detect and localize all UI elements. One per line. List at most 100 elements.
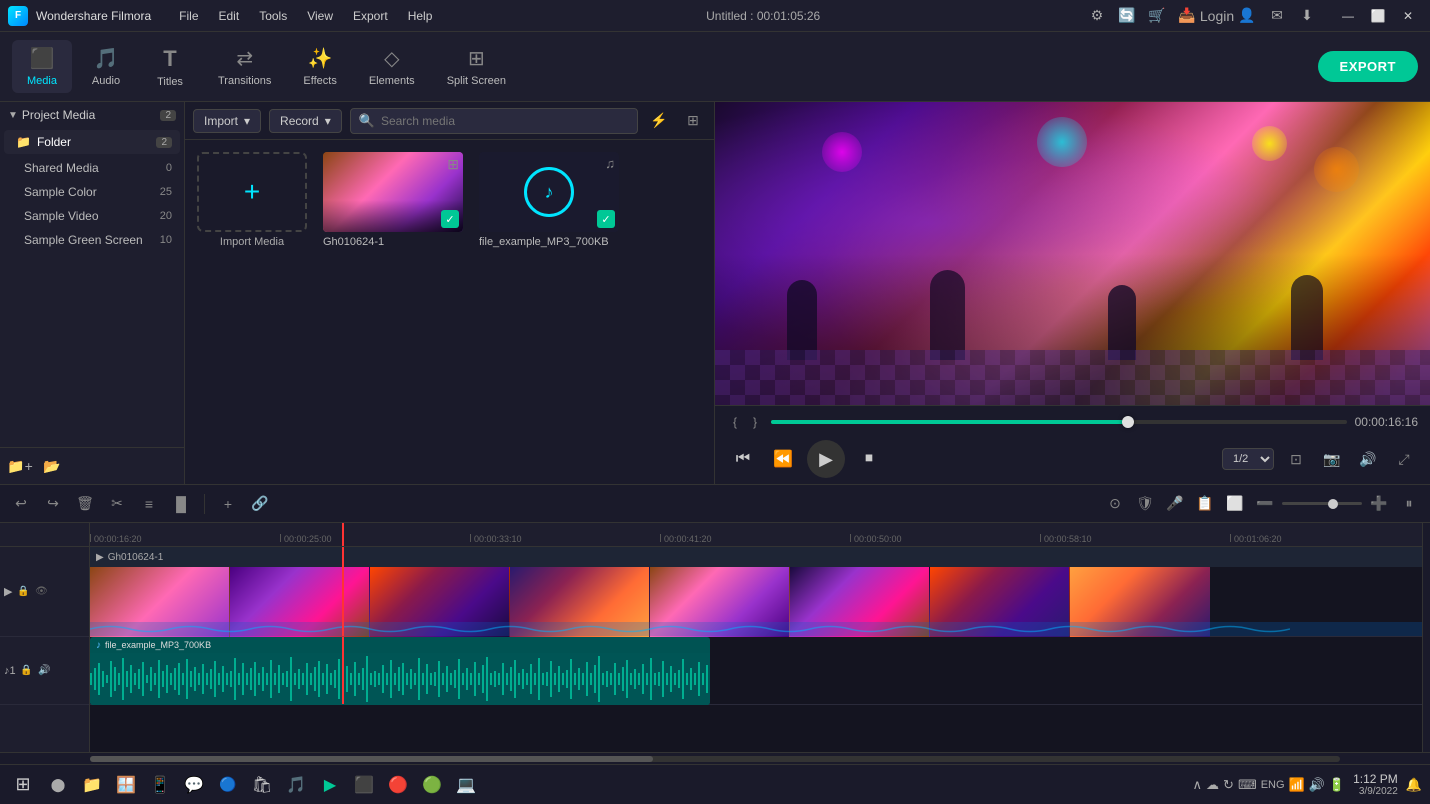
menu-export[interactable]: Export: [345, 7, 396, 25]
taskbar-keyboard-icon[interactable]: ⌨: [1238, 777, 1257, 793]
cut-button[interactable]: ✂: [104, 491, 130, 517]
toolbar-audio[interactable]: 🎵 Audio: [76, 40, 136, 93]
search-input[interactable]: [381, 114, 629, 128]
redo-button[interactable]: ↪: [40, 491, 66, 517]
taskbar-music[interactable]: 🎵: [280, 769, 312, 801]
quality-select[interactable]: 1/2 Full 1/4: [1222, 448, 1274, 470]
track-eye-icon[interactable]: 👁: [33, 584, 49, 600]
add-folder-button[interactable]: 📁+: [6, 454, 34, 478]
taskbar-browser3[interactable]: 🟢: [416, 769, 448, 801]
toolbar-titles[interactable]: T Titles: [140, 40, 200, 94]
taskbar-files[interactable]: 📁: [76, 769, 108, 801]
step-back-button[interactable]: ⏪: [767, 443, 799, 475]
taskbar-terminal[interactable]: ⬛: [348, 769, 380, 801]
import-media-item[interactable]: + Import Media: [197, 152, 307, 472]
scrollbar-thumb[interactable]: [90, 756, 653, 762]
sample-video-item[interactable]: Sample Video 20: [4, 204, 180, 228]
view-toggle-icon[interactable]: ⊞: [680, 108, 706, 134]
taskbar-chat[interactable]: 💬: [178, 769, 210, 801]
shared-media-item[interactable]: Shared Media 0: [4, 156, 180, 180]
sample-green-item[interactable]: Sample Green Screen 10: [4, 228, 180, 252]
import-drop-zone[interactable]: +: [197, 152, 307, 232]
stop-button[interactable]: ⏹: [853, 443, 885, 475]
captions-icon[interactable]: 📋: [1192, 491, 1218, 517]
taskbar-update-icon[interactable]: ↻: [1223, 777, 1234, 793]
toolbar-elements[interactable]: ◇ Elements: [355, 40, 429, 93]
taskbar-time[interactable]: 1:12 PM 3/9/2022: [1353, 772, 1398, 797]
fit-screen-icon[interactable]: ⊡: [1282, 445, 1310, 473]
progress-track[interactable]: [771, 420, 1347, 424]
align-button[interactable]: ≡: [136, 491, 162, 517]
marker-left-icon[interactable]: {: [727, 414, 743, 430]
settings-icon[interactable]: ⚙: [1086, 5, 1108, 27]
link-button[interactable]: 🔗: [247, 491, 273, 517]
taskbar-battery-icon[interactable]: 🔋: [1329, 777, 1345, 793]
taskbar-browser1[interactable]: 🔵: [212, 769, 244, 801]
close-button[interactable]: ✕: [1394, 4, 1422, 28]
rewind-button[interactable]: ⏮: [727, 443, 759, 475]
mail-icon[interactable]: ✉: [1266, 5, 1288, 27]
crop-icon[interactable]: ⬜: [1222, 491, 1248, 517]
taskbar-win[interactable]: 🪟: [110, 769, 142, 801]
user-icon[interactable]: 👤: [1236, 5, 1258, 27]
add-track-button[interactable]: +: [215, 491, 241, 517]
toolbar-split-screen[interactable]: ⊞ Split Screen: [433, 40, 520, 93]
right-resize-handle[interactable]: [1422, 523, 1430, 752]
audio-lock-icon[interactable]: 🔒: [19, 663, 35, 679]
taskbar-volume-icon[interactable]: 🔊: [1309, 777, 1325, 793]
start-button[interactable]: ⊞: [8, 770, 38, 800]
minimize-button[interactable]: —: [1334, 4, 1362, 28]
taskbar-browser2[interactable]: 🔴: [382, 769, 414, 801]
project-media-header[interactable]: ▼ Project Media 2: [0, 102, 184, 128]
import-dropdown[interactable]: Import ▾: [193, 109, 261, 133]
menu-file[interactable]: File: [171, 7, 206, 25]
download-icon[interactable]: 📥: [1176, 5, 1198, 27]
new-folder-button[interactable]: 📂: [38, 454, 66, 478]
zoom-slider[interactable]: [1282, 502, 1362, 505]
delete-button[interactable]: 🗑: [72, 491, 98, 517]
menu-help[interactable]: Help: [400, 7, 441, 25]
taskbar-store[interactable]: 🛍: [246, 769, 278, 801]
folder-item[interactable]: 📁 Folder 2: [4, 130, 180, 154]
taskbar-browser4[interactable]: 💻: [450, 769, 482, 801]
toolbar-media[interactable]: ⬛ Media: [12, 40, 72, 93]
taskbar-phone[interactable]: 📱: [144, 769, 176, 801]
play-button[interactable]: ▶: [807, 440, 845, 478]
audio-clip[interactable]: ♪ file_example_MP3_700KB: [90, 637, 710, 705]
taskbar-filmora[interactable]: ▶: [314, 769, 346, 801]
taskbar-expand-icon[interactable]: ∧: [1193, 777, 1203, 793]
login-button[interactable]: Login: [1206, 5, 1228, 27]
store-icon[interactable]: 🛒: [1146, 5, 1168, 27]
zoom-in-icon[interactable]: ➕: [1366, 491, 1392, 517]
maximize-button[interactable]: ⬜: [1364, 4, 1392, 28]
taskbar-notification-icon[interactable]: 🔔: [1406, 777, 1422, 793]
toolbar-transitions[interactable]: ⇄ Transitions: [204, 40, 285, 93]
sample-color-item[interactable]: Sample Color 25: [4, 180, 180, 204]
toolbar-effects[interactable]: ✨ Effects: [289, 40, 350, 93]
fullscreen-icon[interactable]: ⤢: [1390, 445, 1418, 473]
taskbar-cloud-icon[interactable]: ☁: [1206, 777, 1219, 793]
export-button[interactable]: EXPORT: [1318, 51, 1418, 82]
stabilize-icon[interactable]: 🛡: [1132, 491, 1158, 517]
taskbar-search[interactable]: ⬤: [42, 769, 74, 801]
menu-view[interactable]: View: [299, 7, 341, 25]
scrollbar-track[interactable]: [90, 756, 1340, 762]
taskbar-lang[interactable]: ENG: [1261, 779, 1285, 791]
audio-volume-icon[interactable]: 🔊: [37, 663, 53, 679]
marker-right-icon[interactable]: }: [747, 414, 763, 430]
zoom-out-icon[interactable]: ➖: [1252, 491, 1278, 517]
media-item-audio[interactable]: ♪ ♫ ✓ file_example_MP3_700KB: [479, 152, 619, 472]
audio-sync-button[interactable]: ▐▌: [168, 491, 194, 517]
record-audio-icon[interactable]: 🎤: [1162, 491, 1188, 517]
media-item-video[interactable]: ⊞ ✓ Gh010624-1: [323, 152, 463, 472]
filter-icon[interactable]: ⚡: [646, 108, 672, 134]
record-dropdown[interactable]: Record ▾: [269, 109, 342, 133]
snapshot-icon[interactable]: 📷: [1318, 445, 1346, 473]
update-icon[interactable]: 🔄: [1116, 5, 1138, 27]
menu-tools[interactable]: Tools: [251, 7, 295, 25]
volume-icon[interactable]: 🔊: [1354, 445, 1382, 473]
taskbar-wifi-icon[interactable]: 📶: [1289, 777, 1305, 793]
undo-button[interactable]: ↩: [8, 491, 34, 517]
menu-edit[interactable]: Edit: [211, 7, 248, 25]
track-lock-icon[interactable]: 🔒: [15, 584, 31, 600]
